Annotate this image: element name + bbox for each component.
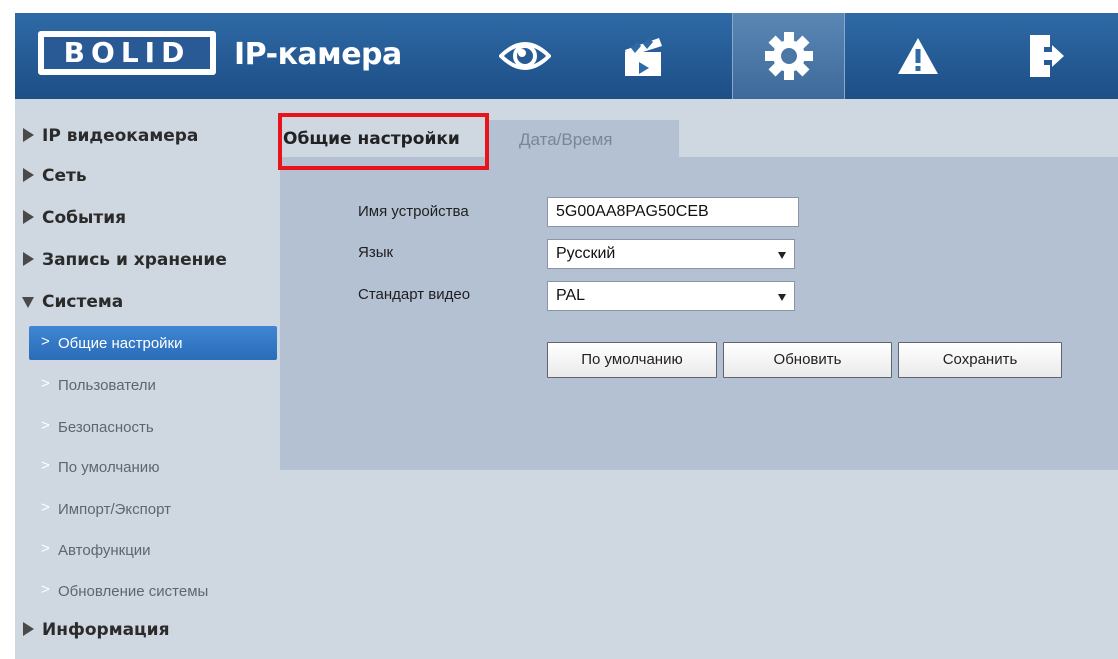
sidebar-item-system-update[interactable]: > Обновление системы	[29, 574, 277, 608]
chevron-right-icon: >	[41, 417, 50, 434]
sidebar-item-security[interactable]: > Безопасность	[29, 410, 277, 444]
menu-item-label: Система	[42, 292, 124, 312]
menu-item-system[interactable]: Система	[15, 285, 277, 319]
menu-item-ip-camera[interactable]: IP видеокамера	[15, 119, 277, 153]
video-standard-value: PAL	[556, 287, 586, 304]
tab-label: Дата/Время	[519, 130, 613, 149]
nav-alarm-button[interactable]	[861, 13, 974, 99]
language-label: Язык	[358, 244, 394, 261]
nav-live-view-button[interactable]	[468, 13, 581, 99]
dropdown-arrow-icon	[778, 294, 786, 301]
chevron-right-icon: >	[41, 333, 50, 350]
settings-panel: Имя устройства 5G00AA8PAG50CEB Язык Русс…	[280, 157, 1118, 470]
menu-item-label: Информация	[42, 620, 170, 640]
chevron-right-icon: >	[41, 499, 50, 516]
logo: BOLID	[38, 31, 216, 75]
tab-label: Общие настройки	[283, 129, 460, 149]
sidebar-item-general-settings[interactable]: > Общие настройки	[29, 326, 277, 360]
tab-date-time[interactable]: Дата/Время	[489, 120, 679, 157]
chevron-right-icon: >	[41, 581, 50, 598]
refresh-button[interactable]: Обновить	[723, 342, 892, 378]
sidebar-item-label: Импорт/Экспорт	[58, 501, 171, 518]
nav-playback-button[interactable]	[587, 13, 700, 99]
expand-arrow-icon	[23, 128, 34, 142]
top-header: BOLID IP-камера	[15, 13, 1118, 99]
sidebar-item-label: Пользователи	[58, 377, 156, 394]
sidebar-item-users[interactable]: > Пользователи	[29, 368, 277, 402]
expand-arrow-icon	[23, 168, 34, 182]
video-standard-label: Стандарт видео	[358, 286, 471, 303]
device-name-field[interactable]: 5G00AA8PAG50CEB	[547, 197, 799, 227]
menu-item-network[interactable]: Сеть	[15, 159, 277, 193]
dropdown-arrow-icon	[778, 252, 786, 259]
expand-arrow-icon	[23, 252, 34, 266]
menu-item-events[interactable]: События	[15, 201, 277, 235]
sidebar-item-label: Обновление системы	[58, 583, 209, 600]
menu-item-label: События	[42, 208, 127, 228]
app-window: BOLID IP-камера IP видеокамера Сеть Собы…	[15, 13, 1118, 659]
chevron-right-icon: >	[41, 457, 50, 474]
expand-arrow-icon	[23, 210, 34, 224]
sidebar-item-label: Общие настройки	[58, 335, 183, 352]
warning-icon	[897, 38, 938, 74]
chevron-right-icon: >	[41, 375, 50, 392]
language-value: Русский	[556, 245, 616, 262]
expand-arrow-icon	[23, 622, 34, 636]
app-title: IP-камера	[234, 37, 402, 72]
sidebar: IP видеокамера Сеть События Запись и хра…	[15, 99, 277, 659]
sidebar-item-auto-functions[interactable]: > Автофункции	[29, 533, 277, 567]
sidebar-item-label: По умолчанию	[58, 459, 160, 476]
nav-logout-button[interactable]	[989, 13, 1102, 99]
sidebar-item-label: Автофункции	[58, 542, 151, 559]
eye-icon	[498, 42, 551, 70]
default-button[interactable]: По умолчанию	[547, 342, 717, 378]
menu-item-information[interactable]: Информация	[15, 613, 277, 647]
sidebar-item-defaults[interactable]: > По умолчанию	[29, 450, 277, 484]
menu-item-label: Сеть	[42, 166, 87, 186]
save-button[interactable]: Сохранить	[898, 342, 1062, 378]
nav-settings-button[interactable]	[732, 13, 845, 99]
chevron-right-icon: >	[41, 540, 50, 557]
sidebar-item-import-export[interactable]: > Импорт/Экспорт	[29, 492, 277, 526]
sidebar-item-label: Безопасность	[58, 419, 154, 436]
logout-icon	[1029, 35, 1064, 77]
language-select[interactable]: Русский	[547, 239, 795, 269]
logo-text: BOLID	[44, 37, 210, 69]
collapse-arrow-icon	[22, 297, 34, 308]
menu-item-recording-storage[interactable]: Запись и хранение	[15, 243, 277, 277]
device-name-label: Имя устройства	[358, 203, 469, 220]
video-standard-select[interactable]: PAL	[547, 281, 795, 311]
menu-item-label: IP видеокамера	[42, 126, 199, 146]
gear-icon	[764, 32, 813, 80]
menu-item-label: Запись и хранение	[42, 250, 227, 270]
clapperboard-icon	[624, 38, 662, 76]
